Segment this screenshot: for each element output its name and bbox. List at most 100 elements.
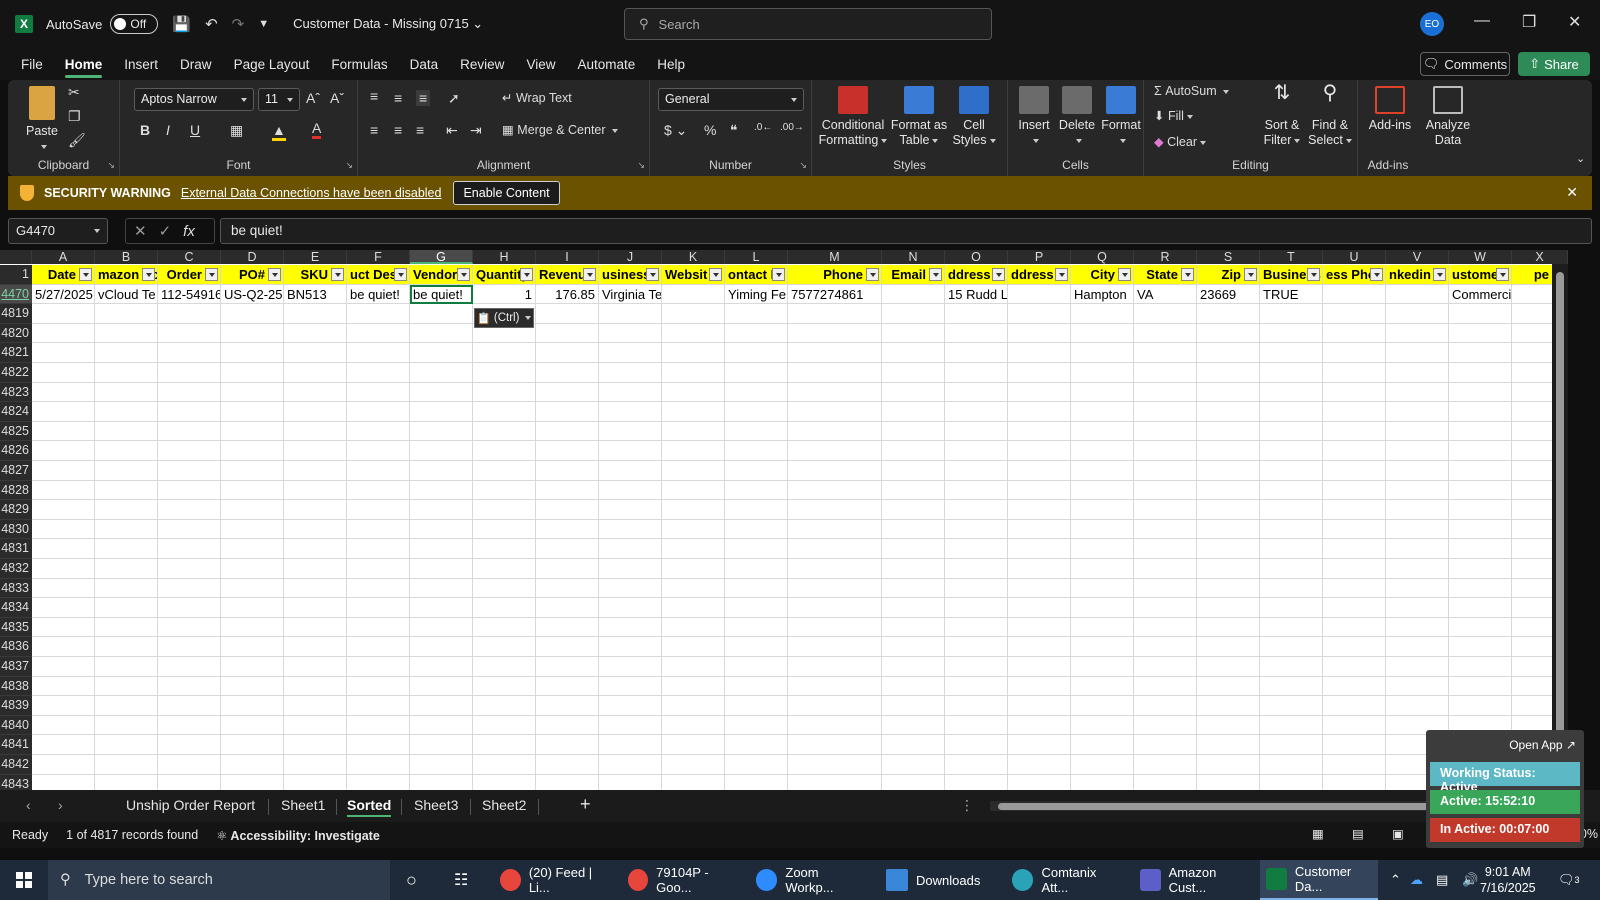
- redo-icon[interactable]: ↷: [232, 15, 245, 33]
- empty-cell[interactable]: [882, 421, 945, 442]
- empty-cell[interactable]: [284, 343, 347, 363]
- empty-cell[interactable]: [788, 461, 882, 481]
- empty-cell[interactable]: [1008, 539, 1071, 559]
- column-header-m[interactable]: M: [788, 250, 882, 264]
- empty-cell[interactable]: [1260, 657, 1323, 677]
- empty-cell[interactable]: [95, 421, 158, 442]
- column-header-g[interactable]: G: [410, 250, 473, 264]
- empty-cell[interactable]: [1008, 519, 1071, 540]
- empty-cell[interactable]: [1260, 715, 1323, 736]
- empty-cell[interactable]: [158, 402, 221, 422]
- addins-button[interactable]: Add-ins: [1364, 86, 1416, 133]
- empty-cell[interactable]: [473, 480, 536, 501]
- empty-cell[interactable]: [158, 696, 221, 716]
- empty-cell[interactable]: [725, 519, 788, 540]
- empty-cell[interactable]: [662, 402, 725, 422]
- autosave-toggle[interactable]: Off: [110, 14, 159, 34]
- align-right-icon[interactable]: ≡: [416, 122, 424, 138]
- empty-cell[interactable]: [347, 363, 410, 383]
- taskbar-app-linkedin[interactable]: (20) Feed | Li...: [494, 860, 612, 900]
- row-header-4840[interactable]: 4840: [0, 715, 32, 736]
- empty-cell[interactable]: [882, 735, 945, 755]
- empty-cell[interactable]: [788, 402, 882, 422]
- empty-cell[interactable]: [95, 598, 158, 618]
- page-layout-view-icon[interactable]: ▤: [1352, 826, 1364, 841]
- empty-cell[interactable]: [284, 500, 347, 520]
- empty-cell[interactable]: [1449, 421, 1512, 442]
- empty-cell[interactable]: [1386, 500, 1449, 520]
- empty-cell[interactable]: [95, 500, 158, 520]
- empty-cell[interactable]: [662, 559, 725, 579]
- empty-cell[interactable]: [473, 774, 536, 790]
- enter-icon[interactable]: ✓: [159, 222, 172, 240]
- empty-cell[interactable]: [95, 539, 158, 559]
- empty-cell[interactable]: [536, 500, 599, 520]
- empty-cell[interactable]: [1008, 676, 1071, 697]
- open-app-link[interactable]: Open App ↗: [1509, 738, 1576, 752]
- header-cell-t[interactable]: Business: [1260, 265, 1323, 285]
- header-cell-e[interactable]: SKU: [284, 265, 347, 285]
- empty-cell[interactable]: [599, 676, 662, 697]
- empty-cell[interactable]: [945, 715, 1008, 736]
- row-header-4831[interactable]: 4831: [0, 539, 32, 559]
- empty-cell[interactable]: [158, 343, 221, 363]
- format-as-table-button[interactable]: Format as Table: [890, 86, 948, 148]
- collapse-ribbon-icon[interactable]: ⌄: [1576, 152, 1585, 165]
- empty-cell[interactable]: [725, 441, 788, 461]
- empty-cell[interactable]: [158, 774, 221, 790]
- empty-cell[interactable]: [945, 519, 1008, 540]
- filter-dropdown-icon[interactable]: [268, 268, 281, 281]
- empty-cell[interactable]: [1008, 402, 1071, 422]
- system-clock[interactable]: 9:01 AM 7/16/2025: [1480, 864, 1536, 896]
- empty-cell[interactable]: [1386, 421, 1449, 442]
- empty-cell[interactable]: [1386, 676, 1449, 697]
- tab-insert[interactable]: Insert: [124, 57, 158, 72]
- empty-cell[interactable]: [599, 421, 662, 442]
- empty-cell[interactable]: [1071, 343, 1134, 363]
- empty-cell[interactable]: [221, 755, 284, 775]
- empty-cell[interactable]: [536, 519, 599, 540]
- empty-cell[interactable]: [1197, 480, 1260, 501]
- empty-cell[interactable]: [1323, 578, 1386, 599]
- empty-cell[interactable]: [1197, 774, 1260, 790]
- empty-cell[interactable]: [1134, 461, 1197, 481]
- empty-cell[interactable]: [284, 441, 347, 461]
- empty-cell[interactable]: [536, 539, 599, 559]
- column-header-q[interactable]: Q: [1071, 250, 1134, 264]
- empty-cell[interactable]: [1134, 500, 1197, 520]
- empty-cell[interactable]: [599, 715, 662, 736]
- empty-cell[interactable]: [1449, 500, 1512, 520]
- empty-cell[interactable]: [1386, 617, 1449, 638]
- empty-cell[interactable]: [788, 598, 882, 618]
- empty-cell[interactable]: [410, 735, 473, 755]
- empty-cell[interactable]: [221, 735, 284, 755]
- empty-cell[interactable]: [1386, 480, 1449, 501]
- empty-cell[interactable]: [945, 637, 1008, 657]
- currency-icon[interactable]: $ ⌄: [664, 122, 687, 139]
- empty-cell[interactable]: [882, 637, 945, 657]
- empty-cell[interactable]: [788, 774, 882, 790]
- empty-cell[interactable]: [1323, 382, 1386, 403]
- empty-cell[interactable]: [1134, 598, 1197, 618]
- row-header-4824[interactable]: 4824: [0, 402, 32, 422]
- tab-draw[interactable]: Draw: [180, 57, 212, 72]
- empty-cell[interactable]: [725, 755, 788, 775]
- comments-button[interactable]: 🗨 Comments: [1420, 52, 1510, 76]
- empty-cell[interactable]: [945, 480, 1008, 501]
- cortana-icon[interactable]: ○: [406, 860, 417, 900]
- empty-cell[interactable]: [95, 480, 158, 501]
- empty-cell[interactable]: [1008, 363, 1071, 383]
- empty-cell[interactable]: [1449, 539, 1512, 559]
- empty-cell[interactable]: [599, 480, 662, 501]
- tab-file[interactable]: File: [21, 57, 43, 72]
- orientation-icon[interactable]: ➚: [448, 90, 460, 107]
- empty-cell[interactable]: [1071, 559, 1134, 579]
- empty-cell[interactable]: [882, 539, 945, 559]
- sort-filter-button[interactable]: ⇅ Sort & Filter: [1260, 83, 1304, 148]
- empty-cell[interactable]: [410, 519, 473, 540]
- column-header-v[interactable]: V: [1386, 250, 1449, 264]
- vertical-scrollbar[interactable]: [1552, 264, 1568, 790]
- empty-cell[interactable]: [1323, 657, 1386, 677]
- empty-cell[interactable]: [1008, 637, 1071, 657]
- empty-cell[interactable]: [410, 617, 473, 638]
